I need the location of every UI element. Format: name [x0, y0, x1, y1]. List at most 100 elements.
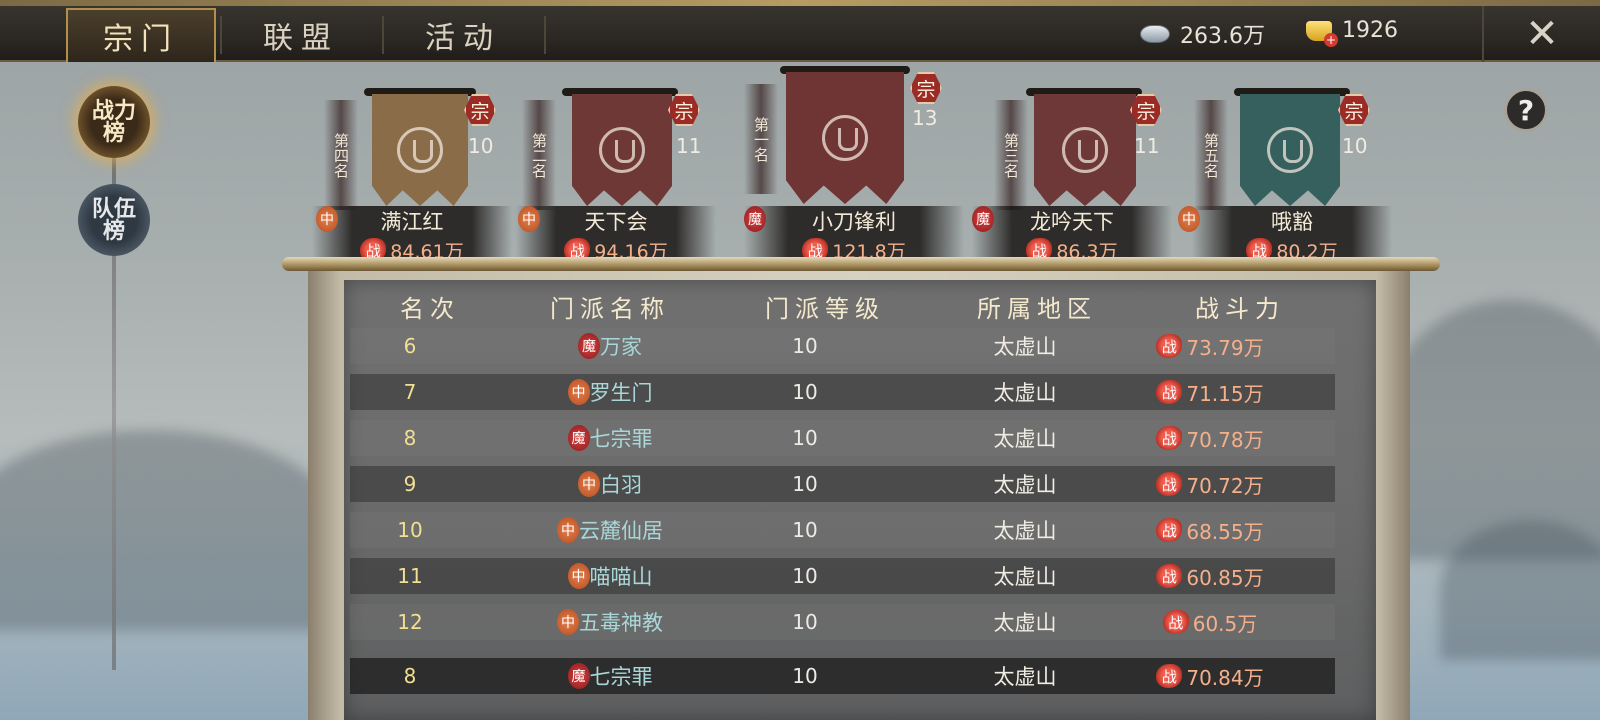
sect-level: 10: [1342, 134, 1368, 158]
faction-mo-icon: 魔: [567, 425, 590, 451]
sect-name-cell[interactable]: 中喵喵山: [520, 558, 700, 594]
sect-name-cell[interactable]: 中云麓仙居: [520, 512, 700, 548]
power-cell: 战 70.72万: [1140, 466, 1280, 502]
power-cell: 战 60.85万: [1140, 558, 1280, 594]
rank-cell: 11: [397, 564, 423, 588]
faction-zhong-icon: 中: [578, 471, 600, 497]
header-region: 所属地区: [977, 295, 1097, 323]
faction-mo-icon: 魔: [744, 206, 766, 232]
top-sect-1[interactable]: 第一名 宗 13 小刀锋利 魔 战 121.8万: [744, 64, 964, 264]
power-value: 60.85万: [1186, 565, 1264, 590]
help-icon[interactable]: ?: [1518, 94, 1534, 127]
tab-sect[interactable]: 宗门: [66, 8, 216, 62]
gold-resource[interactable]: + 1926: [1306, 18, 1398, 47]
top-sect-5[interactable]: 第五名 宗 10 哦豁 中 战 80.2万: [1178, 64, 1392, 264]
sect-name-cell[interactable]: 中白羽: [520, 466, 700, 502]
own-sect-row[interactable]: 8 魔七宗罪 10 太虚山 战 70.84万: [350, 658, 1335, 694]
region-cell: 太虚山: [993, 335, 1057, 359]
rank-cell: 7: [403, 380, 417, 404]
top-sect-4[interactable]: 第四名 宗 10 满江红 中 战 84.61万: [312, 64, 512, 264]
combat-power-icon: 战: [1156, 426, 1183, 450]
table-row[interactable]: 9 中白羽 10 太虚山 战 70.72万: [350, 466, 1335, 502]
faction-zhong-icon: 中: [567, 563, 590, 589]
add-gold-icon[interactable]: +: [1324, 32, 1338, 47]
close-button[interactable]: ✕: [1482, 6, 1600, 62]
power-value: 70.78万: [1186, 427, 1264, 452]
faction-zhong-icon: 中: [557, 517, 579, 543]
region-cell: 太虚山: [993, 519, 1057, 543]
top-sect-3[interactable]: 第三名 宗 11 龙吟天下 魔 战 86.3万: [972, 64, 1172, 264]
combat-power-icon: 战: [1156, 564, 1183, 588]
table-row[interactable]: 10 中云麓仙居 10 太虚山 战 68.55万: [350, 512, 1335, 548]
combat-power-icon: 战: [1162, 610, 1189, 634]
region-cell: 太虚山: [993, 665, 1057, 689]
sect-name: 龙吟天下: [972, 206, 1172, 236]
sect-emblem-icon: [599, 127, 645, 173]
level-cell: 10: [792, 518, 818, 542]
rank-cell: 8: [403, 426, 417, 450]
sect-banner: [786, 72, 904, 204]
combat-power-icon: 战: [1156, 472, 1183, 496]
sect-name-text: 喵喵山: [589, 565, 653, 589]
sect-emblem-icon: [822, 115, 868, 161]
region-cell: 太虚山: [993, 473, 1057, 497]
sect-name: 哦豁: [1192, 206, 1392, 236]
faction-mo-icon: 魔: [567, 663, 590, 689]
sect-name-cell[interactable]: 中五毒神教: [520, 604, 700, 640]
tab-divider: [544, 16, 546, 54]
rank-cell: 9: [403, 472, 417, 496]
level-cell: 10: [792, 472, 818, 496]
help-button[interactable]: ?: [1504, 88, 1548, 132]
sect-name: 小刀锋利: [744, 206, 964, 236]
sect-badge-icon: 宗: [1338, 94, 1370, 126]
header-rank: 名次: [400, 295, 460, 323]
sect-badge-icon: 宗: [668, 94, 700, 126]
rank-label: 第一名: [744, 84, 778, 194]
table-row[interactable]: 7 中罗生门 10 太虚山 战 71.15万: [350, 374, 1335, 410]
table-row[interactable]: 12 中五毒神教 10 太虚山 战 60.5万: [350, 604, 1335, 640]
rank-label: 第三名: [994, 100, 1028, 210]
header-sect-name: 门派名称: [550, 295, 670, 323]
region-cell: 太虚山: [993, 611, 1057, 635]
sect-banner: [1240, 94, 1340, 206]
sect-name-text: 万家: [600, 335, 642, 359]
rank-cell: 10: [397, 518, 423, 542]
team-rank-button[interactable]: 队伍榜: [78, 184, 150, 256]
level-cell: 10: [792, 380, 818, 404]
power-cell: 战 60.5万: [1140, 604, 1280, 640]
power-value: 60.5万: [1192, 611, 1258, 636]
sect-badge-icon: 宗: [464, 94, 496, 126]
tab-divider: [220, 16, 222, 54]
table-row[interactable]: 8 魔七宗罪 10 太虚山 战 70.78万: [350, 420, 1335, 456]
sect-name-cell[interactable]: 魔万家: [520, 328, 700, 364]
combat-power-icon: 战: [1156, 334, 1183, 358]
sect-level: 13: [912, 106, 938, 130]
top-gold-trim: [0, 0, 1600, 6]
faction-zhong-icon: 中: [1178, 206, 1200, 232]
tab-alliance[interactable]: 联盟: [226, 8, 376, 62]
rank-cell: 8: [403, 664, 417, 688]
silver-amount: 263.6万: [1180, 24, 1265, 49]
tab-divider: [382, 16, 384, 54]
faction-mo-icon: 魔: [972, 206, 994, 232]
sect-name-text: 白羽: [600, 473, 642, 497]
tab-activity[interactable]: 活动: [388, 8, 538, 62]
silver-resource: 263.6万: [1140, 18, 1265, 50]
table-row[interactable]: 11 中喵喵山 10 太虚山 战 60.85万: [350, 558, 1335, 594]
gold-amount: 1926: [1342, 18, 1398, 43]
sect-name-cell[interactable]: 中罗生门: [520, 374, 700, 410]
power-value: 73.79万: [1186, 335, 1264, 360]
sect-name-cell[interactable]: 魔七宗罪: [520, 420, 700, 456]
sect-banner: [372, 94, 468, 206]
rank-label: 第四名: [324, 100, 358, 210]
silver-ingot-icon: [1140, 25, 1170, 43]
gold-ingot-icon[interactable]: +: [1306, 20, 1338, 47]
power-rank-button[interactable]: 战力榜: [78, 86, 150, 158]
sect-name-cell[interactable]: 魔七宗罪: [520, 658, 700, 694]
close-icon[interactable]: ✕: [1525, 11, 1559, 57]
table-row[interactable]: 6 魔万家 10 太虚山 战 73.79万: [350, 328, 1335, 364]
sect-level: 11: [1134, 134, 1160, 158]
top-sect-2[interactable]: 第二名 宗 11 天下会 中 战 94.16万: [516, 64, 716, 264]
power-value: 68.55万: [1186, 519, 1264, 544]
sect-level: 11: [676, 134, 702, 158]
